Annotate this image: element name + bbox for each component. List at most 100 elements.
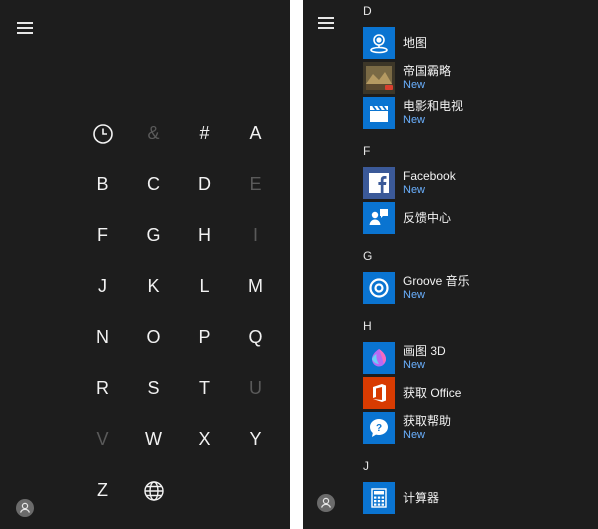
letter-cell-y[interactable]: Y [230, 414, 281, 465]
letter-label: I [252, 225, 258, 245]
letter-label: F [97, 225, 108, 245]
letter-label: A [249, 123, 262, 143]
app-name: Facebook [403, 169, 456, 183]
letter-label: L [199, 276, 210, 296]
maps-icon [363, 27, 395, 59]
letter-label: G [146, 225, 161, 245]
section-header-f[interactable]: F [363, 143, 370, 159]
letter-cell-s[interactable]: S [128, 363, 179, 414]
app-name: 获取帮助 [403, 414, 452, 428]
letter-cell-f[interactable]: F [77, 210, 128, 261]
user-avatar-icon[interactable] [16, 499, 34, 517]
letter-cell-hash[interactable]: # [179, 108, 230, 159]
letter-cell-m[interactable]: M [230, 261, 281, 312]
letter-cell-j[interactable]: J [77, 261, 128, 312]
hamburger-menu-icon[interactable] [17, 22, 33, 34]
app-name: 帝国霸略 [403, 64, 452, 78]
letter-label: E [249, 174, 262, 194]
letter-label: U [249, 378, 262, 398]
letter-cell-l[interactable]: L [179, 261, 230, 312]
app-name: 画图 3D [403, 344, 446, 358]
globe-icon [143, 480, 165, 502]
paint3d-icon [363, 342, 395, 374]
section-header-g[interactable]: G [363, 248, 372, 264]
letter-cell-globe[interactable] [128, 465, 179, 516]
letter-cell-e: E [230, 159, 281, 210]
letter-cell-g[interactable]: G [128, 210, 179, 261]
groove-icon [363, 272, 395, 304]
new-badge: New [403, 289, 426, 301]
app-list-item[interactable]: Facebook New [363, 167, 593, 199]
letter-cell-k[interactable]: K [128, 261, 179, 312]
app-list-item[interactable]: 电影和电视 New [363, 97, 593, 129]
app-list-item[interactable]: 帝国霸略 New [363, 62, 593, 94]
app-list-item[interactable]: 计算器 [363, 482, 593, 514]
help-icon: ? [363, 412, 395, 444]
letter-cell-r[interactable]: R [77, 363, 128, 414]
app-list-item[interactable]: 画图 3D New [363, 342, 593, 374]
letter-label: S [147, 378, 160, 398]
calculator-icon [363, 482, 395, 514]
letter-label: Y [249, 429, 262, 449]
new-badge: New [403, 79, 426, 91]
letter-cell-v: V [77, 414, 128, 465]
new-badge: New [403, 429, 426, 441]
letter-label: # [199, 123, 210, 143]
app-list-item[interactable]: Groove 音乐 New [363, 272, 593, 304]
letter-label: M [248, 276, 263, 296]
start-menu-app-list-panel: D 地图 帝国霸略 New 电影和电视 New F Facebook New 反馈中心 G Groov… [303, 0, 598, 529]
app-name: Groove 音乐 [403, 274, 470, 288]
new-badge: New [403, 184, 426, 196]
section-header-d[interactable]: D [363, 3, 372, 19]
letter-label: R [96, 378, 109, 398]
section-header-h[interactable]: H [363, 318, 372, 334]
letter-label: Z [97, 480, 108, 500]
letter-cell-ampersand: & [128, 108, 179, 159]
letter-cell-clock[interactable] [77, 108, 128, 159]
game-thumbnail-icon [363, 62, 395, 94]
letter-cell-h[interactable]: H [179, 210, 230, 261]
letter-label: P [198, 327, 211, 347]
app-list-item[interactable]: 地图 [363, 27, 593, 59]
letter-label: K [147, 276, 160, 296]
app-name: 反馈中心 [403, 211, 452, 225]
letter-label: & [147, 123, 160, 143]
section-header-j[interactable]: J [363, 458, 369, 474]
new-badge: New [403, 114, 426, 126]
letter-cell-n[interactable]: N [77, 312, 128, 363]
svg-text:?: ? [376, 423, 382, 434]
app-name: 电影和电视 [403, 99, 464, 113]
letter-cell-i: I [230, 210, 281, 261]
start-menu-letter-grid-panel: & # A B C D E F G H I J K L M N O P Q R S T U V W X Y Z [0, 0, 290, 529]
user-avatar-icon[interactable] [317, 494, 335, 512]
letter-cell-q[interactable]: Q [230, 312, 281, 363]
letter-label: C [147, 174, 160, 194]
app-list-item[interactable]: 反馈中心 [363, 202, 593, 234]
letter-label: O [146, 327, 161, 347]
app-name: 获取 Office [403, 386, 462, 400]
hamburger-menu-icon[interactable] [318, 17, 334, 29]
feedback-icon [363, 202, 395, 234]
letter-cell-z[interactable]: Z [77, 465, 128, 516]
letter-cell-b[interactable]: B [77, 159, 128, 210]
letter-cell-c[interactable]: C [128, 159, 179, 210]
letter-label: Q [248, 327, 263, 347]
letter-label: N [96, 327, 109, 347]
facebook-icon [363, 167, 395, 199]
office-icon [363, 377, 395, 409]
new-badge: New [403, 359, 426, 371]
app-list-item[interactable]: ? 获取帮助 New [363, 412, 593, 444]
letter-cell-p[interactable]: P [179, 312, 230, 363]
letter-cell-t[interactable]: T [179, 363, 230, 414]
app-list-item[interactable]: 获取 Office [363, 377, 593, 409]
clapperboard-icon [363, 97, 395, 129]
letter-label: V [96, 429, 109, 449]
letter-cell-d[interactable]: D [179, 159, 230, 210]
letter-label: H [198, 225, 211, 245]
letter-cell-x[interactable]: X [179, 414, 230, 465]
letter-cell-o[interactable]: O [128, 312, 179, 363]
app-name: 计算器 [403, 491, 440, 505]
letter-cell-w[interactable]: W [128, 414, 179, 465]
letter-label: D [198, 174, 211, 194]
letter-cell-a[interactable]: A [230, 108, 281, 159]
